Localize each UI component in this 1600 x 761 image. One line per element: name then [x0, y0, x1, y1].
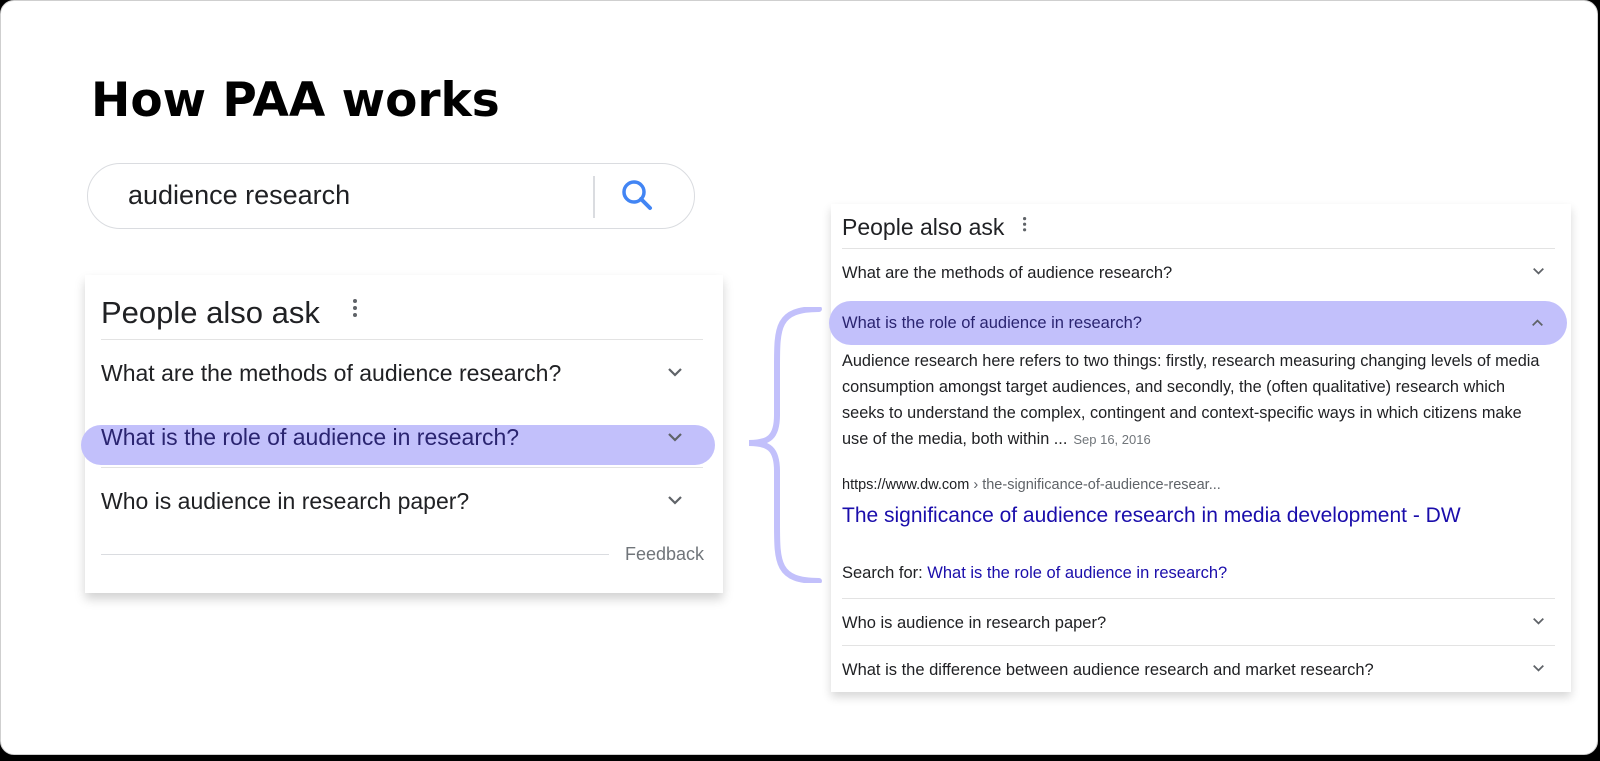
more-options-icon[interactable]: [1023, 217, 1027, 234]
paa-question-label: Who is audience in research paper?: [842, 614, 1107, 632]
chevron-up-icon: [1532, 319, 1543, 327]
paa-heading: People also ask: [101, 295, 320, 330]
search-for-link[interactable]: What is the role of audience in research…: [927, 564, 1227, 582]
chevron-down-icon: [1533, 664, 1544, 672]
brace-connector: [748, 307, 822, 583]
paa-question-row[interactable]: Who is audience in research paper?: [101, 467, 703, 531]
search-button[interactable]: [616, 174, 660, 218]
paa-question-row-highlighted[interactable]: What is the role of audience in research…: [101, 403, 703, 467]
chevron-down-icon: [668, 433, 682, 442]
paa-question-label: What is the role of audience in research…: [101, 424, 520, 450]
source-url: https://www.dw.com › the-significance-of…: [842, 477, 1221, 493]
paa-question-row-expanded[interactable]: What is the role of audience in research…: [829, 301, 1567, 345]
slide-title: How PAA works: [91, 73, 500, 128]
search-for-label: Search for:: [842, 564, 928, 582]
source-title-link[interactable]: The significance of audience research in…: [842, 504, 1461, 528]
chevron-down-icon: [668, 368, 682, 377]
paa-question-label: Who is audience in research paper?: [101, 488, 470, 514]
paa-question-label: What are the methods of audience researc…: [101, 360, 562, 386]
search-icon: [622, 180, 652, 210]
more-options-icon[interactable]: [353, 299, 357, 320]
chevron-down-icon: [668, 496, 682, 505]
paa-question-row[interactable]: What is the difference between audience …: [842, 645, 1555, 692]
chevron-down-icon: [1533, 617, 1544, 625]
paa-heading: People also ask: [842, 214, 1005, 240]
search-divider: [593, 176, 595, 218]
paa-question-row[interactable]: What are the methods of audience researc…: [842, 248, 1555, 295]
paa-question-row[interactable]: Who is audience in research paper?: [842, 598, 1555, 645]
paa-question-row[interactable]: What are the methods of audience researc…: [101, 339, 703, 403]
paa-question-label: What are the methods of audience researc…: [842, 264, 1173, 282]
answer-date: Sep 16, 2016: [1073, 432, 1151, 447]
source-path: › the-significance-of-audience-resear...: [969, 477, 1221, 493]
slide: How PAA works audience research People a…: [0, 0, 1598, 755]
feedback-link[interactable]: Feedback: [625, 544, 704, 565]
search-input[interactable]: audience research: [128, 180, 350, 211]
paa-card-expanded: People also ask What are the methods of …: [829, 204, 1571, 692]
divider: [101, 554, 609, 555]
answer-snippet: Audience research here refers to two thi…: [842, 348, 1547, 453]
chevron-down-icon: [1533, 267, 1544, 275]
search-box[interactable]: audience research: [87, 163, 695, 229]
paa-question-label: What is the difference between audience …: [842, 661, 1374, 679]
source-domain: https://www.dw.com: [842, 477, 970, 493]
search-for: Search for: What is the role of audience…: [842, 564, 1227, 583]
paa-card-collapsed: People also ask What are the methods of …: [81, 275, 723, 593]
answer-text: Audience research here refers to two thi…: [842, 352, 1540, 448]
paa-question-label: What is the role of audience in research…: [842, 314, 1142, 332]
